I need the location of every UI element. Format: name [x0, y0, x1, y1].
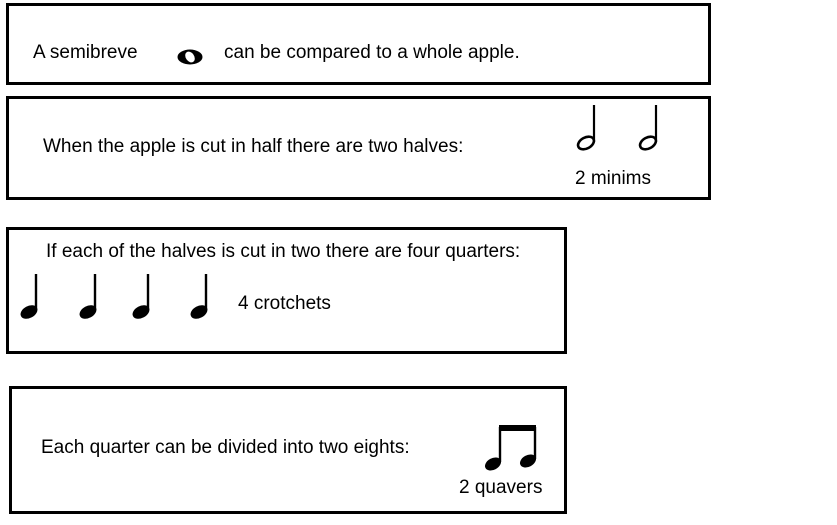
- quavers-caption: 2 quavers: [459, 477, 543, 498]
- quavers-panel: Each quarter can be divided into two eig…: [9, 386, 567, 514]
- beamed-quavers-icon: [485, 425, 537, 471]
- semibreve-panel: A semibreve can be compared to a whole a…: [6, 3, 711, 85]
- semibreve-icon: [177, 49, 203, 65]
- crotchets-panel: If each of the halves is cut in two ther…: [6, 227, 567, 354]
- minims-description-text: When the apple is cut in half there are …: [43, 136, 464, 157]
- crotchet-icon: [20, 274, 38, 319]
- crotchet-icon: [190, 274, 208, 319]
- crotchet-icon: [132, 274, 150, 319]
- minim-icon: [576, 105, 596, 151]
- minims-symbol-group: [576, 105, 658, 151]
- minims-panel: When the apple is cut in half there are …: [6, 96, 711, 200]
- crotchets-symbol-group: [20, 274, 208, 319]
- crotchets-description-text: If each of the halves is cut in two ther…: [46, 241, 521, 262]
- crotchet-icon: [79, 274, 97, 319]
- minims-caption: 2 minims: [575, 168, 652, 189]
- minim-icon: [638, 105, 658, 151]
- semibreve-intro-text: A semibreve: [33, 42, 138, 63]
- semibreve-comparison-text: can be compared to a whole apple.: [224, 42, 520, 63]
- crotchets-caption: 4 crotchets: [238, 293, 331, 314]
- quavers-description-text: Each quarter can be divided into two eig…: [41, 437, 410, 458]
